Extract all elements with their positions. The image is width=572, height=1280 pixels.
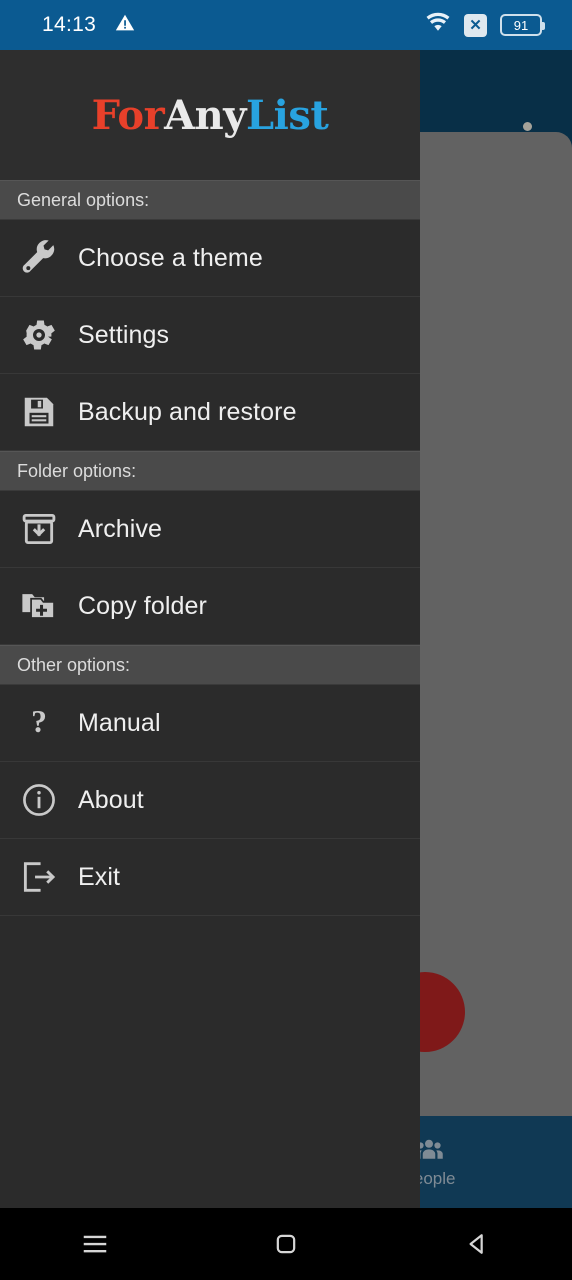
logo-part-any: Any <box>164 91 246 139</box>
recents-menu-icon[interactable] <box>50 1229 140 1259</box>
status-bar: 14:13 ✕ 91 <box>0 0 572 50</box>
info-circle-icon <box>0 781 78 819</box>
menu-item-manual[interactable]: ? Manual <box>0 685 420 762</box>
section-header-other: Other options: <box>0 645 420 685</box>
logo-part-for: For <box>91 91 165 139</box>
menu-item-label: Manual <box>78 708 161 737</box>
status-bar-right: ✕ 91 <box>425 10 572 41</box>
x-badge-icon: ✕ <box>464 13 487 37</box>
menu-item-backup-and-restore[interactable]: Backup and restore <box>0 374 420 451</box>
menu-item-label: Backup and restore <box>78 397 297 426</box>
status-clock: 14:13 <box>42 13 97 36</box>
logout-icon <box>0 858 78 896</box>
app-logo: ForAnyList <box>92 92 329 139</box>
menu-item-about[interactable]: About <box>0 762 420 839</box>
copy-folder-icon <box>0 587 78 625</box>
archive-box-icon <box>0 510 78 548</box>
menu-item-label: Archive <box>78 514 163 543</box>
battery-level: 91 <box>513 17 529 33</box>
logo-part-list: List <box>246 91 329 139</box>
status-bar-left: 14:13 <box>0 12 136 39</box>
floppy-disk-icon <box>0 393 78 431</box>
menu-item-label: Choose a theme <box>78 243 263 272</box>
menu-item-settings[interactable]: Settings <box>0 297 420 374</box>
menu-item-choose-a-theme[interactable]: Choose a theme <box>0 220 420 297</box>
gear-icon <box>0 315 78 355</box>
question-mark-icon: ? <box>0 703 78 743</box>
section-header-general: General options: <box>0 180 420 220</box>
menu-item-label: About <box>78 785 144 814</box>
menu-item-label: Copy folder <box>78 591 207 620</box>
menu-item-exit[interactable]: Exit <box>0 839 420 916</box>
menu-item-copy-folder[interactable]: Copy folder <box>0 568 420 645</box>
phone-screen: notes Places <box>0 0 572 1280</box>
android-navigation-bar <box>0 1208 572 1280</box>
menu-item-archive[interactable]: Archive <box>0 491 420 568</box>
battery-indicator: 91 <box>500 14 545 36</box>
warning-triangle-icon <box>114 12 136 39</box>
drawer-header: ForAnyList <box>0 50 420 180</box>
back-triangle-icon[interactable] <box>432 1230 522 1258</box>
navigation-drawer: ForAnyList General options: Choose a the… <box>0 50 420 1208</box>
section-header-folder: Folder options: <box>0 451 420 491</box>
wrench-icon <box>0 238 78 278</box>
wifi-icon <box>425 10 451 41</box>
menu-item-label: Exit <box>78 862 121 891</box>
home-square-icon[interactable] <box>241 1230 331 1258</box>
svg-text:?: ? <box>31 704 47 739</box>
menu-item-label: Settings <box>78 320 170 349</box>
